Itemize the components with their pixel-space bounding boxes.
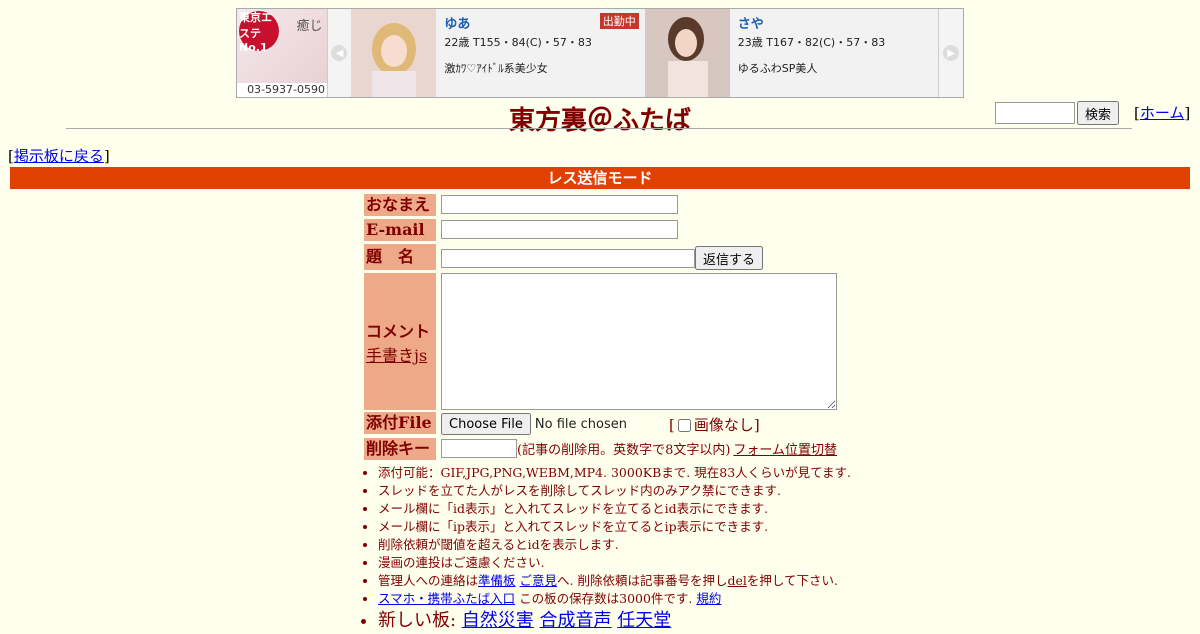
prep-board-link[interactable]: 準備板	[478, 573, 516, 588]
girl-photo-2	[645, 9, 730, 97]
girl-catch-2: ゆるふわSP美人	[737, 62, 818, 75]
file-label: 添付File	[364, 412, 436, 434]
form-position-toggle-link[interactable]: フォーム位置切替	[733, 439, 837, 458]
reply-button[interactable]: 返信する	[695, 246, 764, 270]
banner-prev-button[interactable]: ◀	[327, 9, 353, 97]
comment-textarea[interactable]	[441, 273, 837, 410]
list-item: スレッドを立てた人がレスを削除してスレッド内のみアク禁にできます.	[378, 482, 851, 500]
board-link-synth-voice[interactable]: 合成音声	[540, 610, 612, 631]
home-link[interactable]: ホーム	[1140, 104, 1185, 122]
feedback-link[interactable]: ご意見	[520, 573, 558, 588]
shop-sub: 癒じ	[296, 19, 323, 34]
chevron-right-icon: ▶	[943, 45, 960, 61]
home-nav: [ホーム]	[1134, 104, 1191, 122]
delkey-label: 削除キー	[364, 438, 436, 460]
shop-phone: 03-5937-0590	[237, 83, 327, 97]
name-label: おなまえ	[364, 194, 436, 216]
list-item: 新しい板: 自然災害 合成音声 任天堂	[378, 608, 851, 634]
header-divider	[66, 128, 1132, 129]
ad-banner[interactable]: 東京エステNo.1 癒じ 03-5937-0590 ◀ ゆあ 22歳 T155・…	[236, 8, 964, 98]
girl-catch-1: 激ｶﾜ♡ｱｲﾄﾞﾙ系美少女	[444, 62, 548, 75]
girl-name-2: さや	[737, 17, 764, 32]
delkey-note: (記事の削除用。英数字で8文字以内)	[517, 443, 731, 458]
no-image-option: [画像なし]	[668, 415, 760, 434]
list-item: メール欄に「id表示」と入れてスレッドを立てるとid表示にできます.	[378, 500, 851, 518]
list-item: 削除依頼が閾値を超えるとidを表示します.	[378, 536, 851, 554]
name-input[interactable]	[441, 195, 678, 214]
list-item: 添付可能：GIF,JPG,PNG,WEBM,MP4. 3000KBまで. 現在8…	[378, 464, 851, 482]
del-link[interactable]: del	[727, 573, 746, 588]
storage-text: この板の保存数は3000件です.	[515, 591, 697, 606]
list-item: スマホ・携帯ふたば入口 この板の保存数は3000件です. 規約	[378, 590, 851, 608]
list-item: 漫画の連投はご遠慮ください.	[378, 554, 851, 572]
subject-label: 題 名	[364, 244, 436, 270]
board-link-nintendo[interactable]: 任天堂	[617, 610, 671, 631]
search-input[interactable]	[995, 102, 1075, 124]
status-badge: 出勤中	[599, 13, 639, 29]
file-status: No file chosen	[534, 416, 627, 432]
contact-text: 管理人への連絡は	[378, 573, 479, 588]
banner-next-button[interactable]: ▶	[939, 9, 963, 97]
terms-link[interactable]: 規約	[696, 591, 721, 606]
girl-card-1[interactable]: ゆあ 22歳 T155・84(C)・57・83 激ｶﾜ♡ｱｲﾄﾞﾙ系美少女 出勤…	[352, 9, 646, 97]
subject-input[interactable]	[441, 248, 695, 268]
shop-badge: 東京エステNo.1	[239, 11, 279, 54]
choose-file-button[interactable]: Choose File	[441, 413, 531, 435]
back-nav: [掲示板に戻る]	[8, 147, 110, 165]
delete-request-text: へ. 削除依頼は記事番号を押し	[557, 573, 728, 588]
girl-card-2[interactable]: さや 23歳 T167・82(C)・57・83 ゆるふわSP美人	[645, 9, 940, 97]
handwrite-link[interactable]: 手書きjs	[366, 342, 436, 366]
delete-key-input[interactable]	[441, 439, 517, 458]
girl-stats-2: 23歳 T167・82(C)・57・83	[737, 36, 886, 49]
list-item: 管理人への連絡は準備板 ご意見へ. 削除依頼は記事番号を押しdelを押して下さい…	[378, 572, 851, 590]
no-image-checkbox[interactable]	[677, 419, 691, 432]
search-box: 検索	[995, 101, 1120, 125]
girl-photo-1	[352, 9, 437, 97]
search-button[interactable]: 検索	[1077, 101, 1120, 125]
chevron-left-icon: ◀	[331, 45, 348, 61]
email-input[interactable]	[441, 220, 678, 239]
list-item: メール欄に「ip表示」と入れてスレッドを立てるとip表示にできます.	[378, 518, 851, 536]
mode-bar: レス送信モード	[10, 167, 1190, 189]
rules-list: 添付可能：GIF,JPG,PNG,WEBM,MP4. 3000KBまで. 現在8…	[364, 464, 851, 634]
new-boards-label: 新しい板:	[378, 610, 462, 631]
comment-label-cell: コメント 手書きjs	[364, 273, 436, 410]
girl-stats-1: 22歳 T155・84(C)・57・83	[444, 36, 592, 49]
shop-ad-image[interactable]: 東京エステNo.1 癒じ 03-5937-0590	[237, 9, 328, 97]
delete-request-suffix: を押して下さい.	[746, 573, 838, 588]
comment-label: コメント	[366, 321, 431, 341]
girl-name-1: ゆあ	[444, 17, 471, 32]
board-link-disaster[interactable]: 自然災害	[462, 610, 534, 631]
email-label: E-mail	[364, 219, 436, 241]
back-to-board-link[interactable]: 掲示板に戻る	[14, 147, 104, 165]
mobile-entrance-link[interactable]: スマホ・携帯ふたば入口	[378, 591, 515, 606]
no-image-label: 画像なし	[693, 415, 754, 434]
